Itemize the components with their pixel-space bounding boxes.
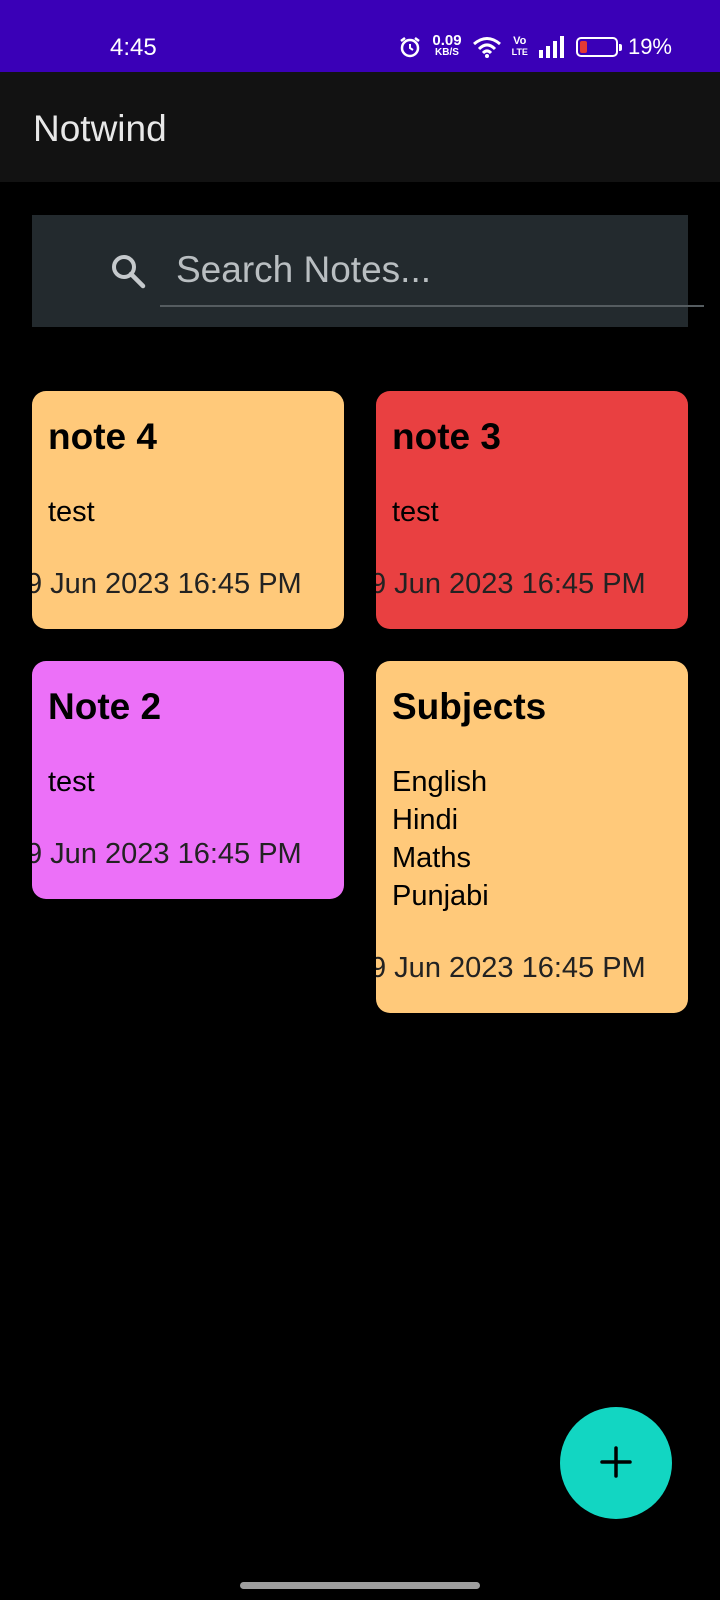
screen: 4:45 0.09 KB/S Vo LTE 19% Notwind Search… (0, 0, 720, 1600)
app-bar: Notwind (0, 72, 720, 182)
status-time: 4:45 (110, 34, 157, 61)
note-date: 9 Jun 2023 16:45 PM (32, 568, 302, 600)
note-body: test (48, 766, 95, 798)
note-date: 9 Jun 2023 16:45 PM (32, 838, 302, 870)
note-card[interactable]: Note 2 test 9 Jun 2023 16:45 PM (32, 661, 344, 899)
add-note-button[interactable] (560, 1407, 672, 1519)
search-input[interactable] (160, 235, 704, 307)
wifi-icon (472, 35, 502, 59)
note-title: Note 2 (48, 686, 162, 727)
note-body: test (392, 496, 439, 528)
signal-icon (538, 36, 566, 58)
note-body: English Hindi Maths Punjabi (392, 766, 489, 912)
alarm-icon (398, 35, 422, 59)
note-card[interactable]: note 3 test 9 Jun 2023 16:45 PM (376, 391, 688, 629)
home-indicator (240, 1582, 480, 1589)
network-speed-value: 0.09 (432, 32, 462, 49)
battery-percent: 19% (627, 34, 672, 59)
battery-icon (575, 37, 622, 57)
note-card[interactable]: note 4 test 9 Jun 2023 16:45 PM (32, 391, 344, 629)
volte-bottom: LTE (511, 47, 528, 57)
note-date: 9 Jun 2023 16:45 PM (376, 952, 646, 984)
volte-top: Vo (513, 35, 527, 47)
status-bar: 4:45 0.09 KB/S Vo LTE 19% (0, 0, 720, 72)
volte-indicator: Vo LTE (512, 36, 528, 58)
note-date: 9 Jun 2023 16:45 PM (376, 568, 646, 600)
note-card[interactable]: Subjects English Hindi Maths Punjabi 9 J… (376, 661, 688, 1013)
note-title: note 4 (48, 416, 157, 457)
note-title: Subjects (392, 686, 547, 727)
network-speed-unit: KB/S (435, 47, 459, 58)
note-body: test (48, 496, 95, 528)
app-title: Notwind (33, 108, 167, 149)
battery-fill (579, 41, 588, 53)
status-icons: 0.09 KB/S Vo LTE 19% (398, 32, 672, 60)
search-icon (110, 253, 146, 294)
network-speed: 0.09 KB/S (432, 32, 462, 59)
plus-icon (599, 1445, 633, 1482)
note-title: note 3 (392, 416, 501, 457)
search-box[interactable] (32, 215, 704, 327)
